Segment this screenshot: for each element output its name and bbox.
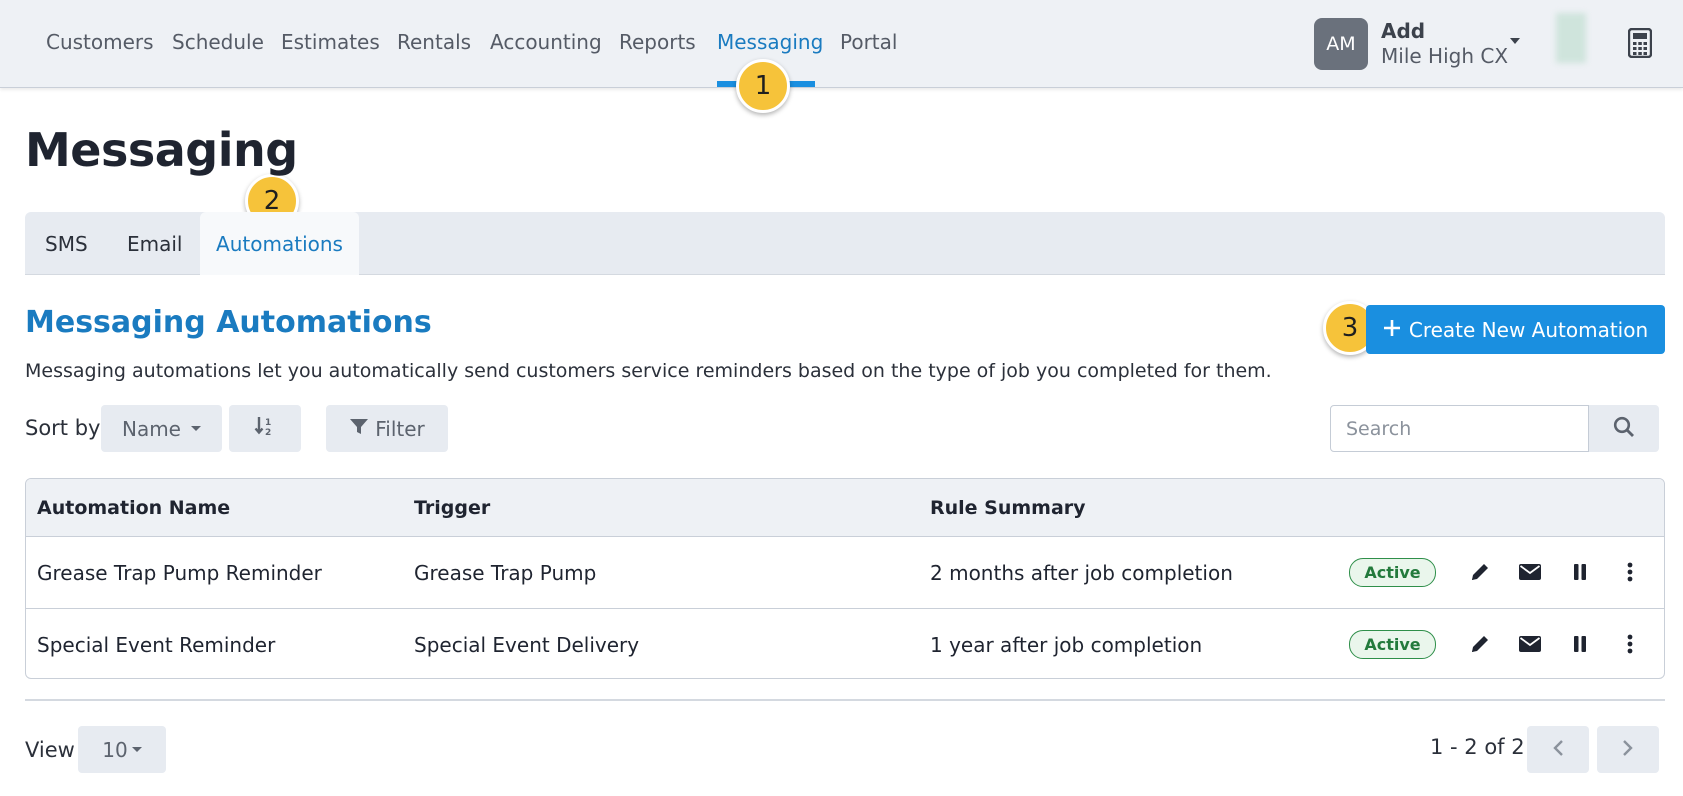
page-title: Messaging [25,123,298,177]
search-icon [1613,416,1635,442]
nav-item-portal[interactable]: Portal [840,30,897,54]
create-button-label: Create New Automation [1408,317,1649,342]
more-options-icon[interactable] [1618,560,1642,584]
envelope-icon[interactable] [1518,632,1542,656]
pagination-range: 1 - 2 of 2 [1430,735,1525,759]
envelope-icon[interactable] [1518,560,1542,584]
automation-name: Special Event Reminder [37,633,276,657]
previous-page-button[interactable] [1527,726,1589,773]
automation-trigger: Special Event Delivery [414,633,640,657]
status-badge: Active [1349,630,1436,659]
automations-table: Automation Name Trigger Rule Summary Gre… [25,478,1665,679]
more-options-icon[interactable] [1618,632,1642,656]
next-page-button[interactable] [1597,726,1659,773]
status-badge: Active [1349,558,1436,587]
page-size-value: 10 [102,737,128,762]
automation-rule-summary: 1 year after job completion [930,633,1203,657]
sort-value: Name [121,416,181,441]
table-row[interactable]: Special Event Reminder Special Event Del… [26,608,1664,678]
nav-item-rentals[interactable]: Rentals [397,30,471,54]
section-description: Messaging automations let you automatica… [25,360,1272,382]
nav-item-messaging[interactable]: Messaging [717,30,823,54]
caret-down-icon [191,426,201,431]
search-button[interactable] [1589,405,1659,452]
chevron-right-icon [1622,739,1634,761]
column-header-rule-summary[interactable]: Rule Summary [930,497,1086,519]
nav-item-estimates[interactable]: Estimates [281,30,380,54]
nav-item-reports[interactable]: Reports [619,30,696,54]
calculator-icon[interactable] [1627,27,1653,62]
blurred-image [1556,13,1586,63]
divider [25,699,1665,701]
svg-text:2: 2 [265,428,271,437]
view-label: View [25,738,75,762]
plus-icon [1383,318,1401,342]
avatar[interactable]: AM [1314,18,1368,70]
sort-label: Sort by [25,416,101,440]
automation-name: Grease Trap Pump Reminder [37,561,322,585]
column-header-automation-name[interactable]: Automation Name [37,497,230,519]
nav-item-schedule[interactable]: Schedule [172,30,264,54]
tab-sms[interactable]: SMS [25,212,108,275]
create-new-automation-button[interactable]: Create New Automation [1366,305,1665,354]
nav-item-accounting[interactable]: Accounting [490,30,602,54]
tab-email[interactable]: Email [107,212,203,275]
column-header-trigger[interactable]: Trigger [414,497,490,519]
page-size-dropdown[interactable]: 10 [78,726,166,773]
automation-trigger: Grease Trap Pump [414,561,597,585]
edit-icon[interactable] [1468,560,1492,584]
table-header: Automation Name Trigger Rule Summary [26,479,1664,537]
search-input[interactable] [1330,405,1589,452]
account-organization[interactable]: Mile High CX [1381,44,1508,68]
sort-dropdown[interactable]: Name [101,405,222,452]
chevron-down-icon[interactable] [1510,38,1520,44]
account-name[interactable]: Add [1381,19,1425,43]
edit-icon[interactable] [1468,632,1492,656]
table-row[interactable]: Grease Trap Pump Reminder Grease Trap Pu… [26,537,1664,608]
filter-icon [349,417,369,441]
tab-automations[interactable]: Automations [200,212,359,275]
filter-button[interactable]: Filter [326,405,448,452]
sort-direction-button[interactable]: 1 2 [229,405,301,452]
nav-item-customers[interactable]: Customers [46,30,154,54]
chevron-left-icon [1552,739,1564,761]
caret-down-icon [131,747,142,752]
section-title: Messaging Automations [25,305,432,340]
pause-icon[interactable] [1568,560,1592,584]
sort-order-icon: 1 2 [254,415,276,442]
top-navigation: Customers Schedule Estimates Rentals Acc… [0,0,1683,88]
pause-icon[interactable] [1568,632,1592,656]
filter-label: Filter [375,416,425,441]
svg-text:1: 1 [265,418,271,428]
step-badge-1: 1 [736,59,790,113]
messaging-tabs: SMS Email Automations [25,212,1665,275]
automation-rule-summary: 2 months after job completion [930,561,1233,585]
